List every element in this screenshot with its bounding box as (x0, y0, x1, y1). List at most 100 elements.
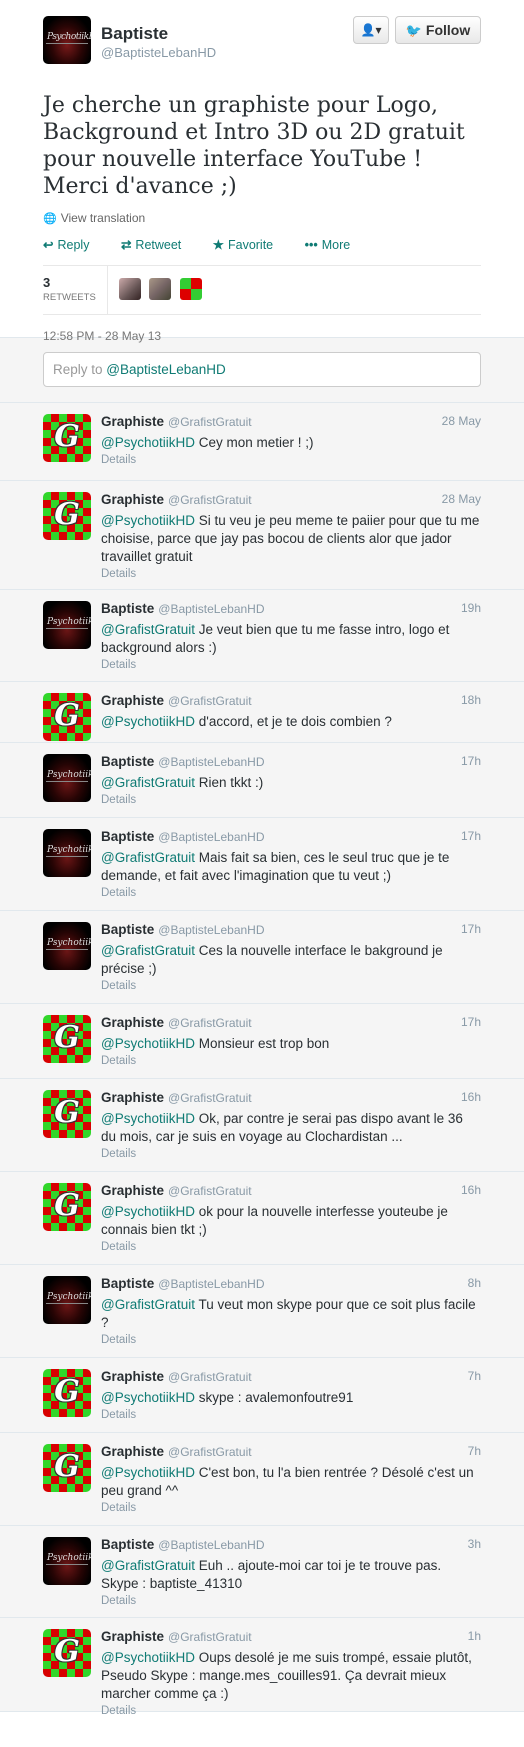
reply-author-name[interactable]: Graphiste (101, 1090, 164, 1105)
reply-author-handle[interactable]: @BaptisteLebanHD (158, 755, 264, 769)
details-link[interactable]: Details (101, 1241, 481, 1253)
reply-author-name[interactable]: Baptiste (101, 601, 154, 616)
reply-author-name[interactable]: Baptiste (101, 1276, 154, 1291)
user-actions-button[interactable]: 👤▾ (353, 16, 389, 44)
avatar[interactable]: PsychotiikHD (43, 16, 91, 64)
reply-author-handle[interactable]: @GrafistGratuit (168, 493, 252, 507)
retweeter-avatar[interactable] (119, 278, 141, 300)
avatar[interactable]: G (43, 1444, 91, 1492)
reply-author-handle[interactable]: @BaptisteLebanHD (158, 830, 264, 844)
avatar[interactable]: PsychotiikHD (43, 829, 91, 877)
reply-mention-link[interactable]: @GrafistGratuit (101, 775, 195, 790)
reply-time[interactable]: 16h (461, 1090, 481, 1104)
user-handle[interactable]: @BaptisteLebanHD (101, 45, 216, 60)
reply-time[interactable]: 18h (461, 693, 481, 707)
reply-mention-link[interactable]: @PsychotiikHD (101, 1204, 195, 1219)
reply-author-name[interactable]: Graphiste (101, 492, 164, 507)
reply-author-name[interactable]: Graphiste (101, 1444, 164, 1459)
reply-mention-link[interactable]: @GrafistGratuit (101, 1558, 195, 1573)
reply-time[interactable]: 28 May (442, 492, 481, 506)
follow-button[interactable]: 🐦 Follow (395, 16, 481, 44)
details-link[interactable]: Details (101, 454, 481, 466)
reply-author-name[interactable]: Graphiste (101, 1629, 164, 1644)
avatar[interactable]: PsychotiikHD (43, 1276, 91, 1324)
reply-tweet[interactable]: G Graphiste @GrafistGratuit 17h @PsychotiikH… (0, 1004, 524, 1079)
view-translation-link[interactable]: 🌐 View translation (43, 211, 481, 225)
reply-time[interactable]: 17h (461, 829, 481, 843)
reply-time[interactable]: 28 May (442, 414, 481, 428)
reply-tweet[interactable]: G Graphiste @GrafistGratuit 28 May @Psychoti… (0, 403, 524, 481)
details-link[interactable]: Details (101, 887, 481, 899)
avatar[interactable]: G (43, 1629, 91, 1677)
retweeter-avatar[interactable] (179, 278, 202, 300)
reply-time[interactable]: 3h (468, 1537, 481, 1551)
user-name[interactable]: Baptiste (101, 24, 168, 44)
reply-tweet[interactable]: PsychotiikHD Baptiste @BaptisteLebanHD 17h @… (0, 743, 524, 818)
reply-mention-link[interactable]: @PsychotiikHD (101, 714, 195, 729)
reply-author-name[interactable]: Graphiste (101, 414, 164, 429)
reply-mention-link[interactable]: @PsychotiikHD (101, 513, 195, 528)
reply-tweet[interactable]: G Graphiste @GrafistGratuit 7h @PsychotiikHD… (0, 1358, 524, 1433)
reply-author-handle[interactable]: @GrafistGratuit (168, 1630, 252, 1644)
reply-author-handle[interactable]: @GrafistGratuit (168, 1091, 252, 1105)
retweeter-avatar[interactable] (149, 278, 172, 300)
reply-author-name[interactable]: Baptiste (101, 754, 154, 769)
avatar[interactable]: G (43, 1183, 91, 1231)
reply-tweet[interactable]: PsychotiikHD Baptiste @BaptisteLebanHD 17h @… (0, 818, 524, 911)
avatar[interactable]: PsychotiikHD (43, 922, 91, 970)
reply-tweet[interactable]: G Graphiste @GrafistGratuit 18h @PsychotiikH… (0, 682, 524, 743)
reply-tweet[interactable]: G Graphiste @GrafistGratuit 28 May @Psychoti… (0, 481, 524, 590)
reply-author-handle[interactable]: @GrafistGratuit (168, 1370, 252, 1384)
reply-tweet[interactable]: G Graphiste @GrafistGratuit 16h @PsychotiikH… (0, 1172, 524, 1265)
reply-author-handle[interactable]: @BaptisteLebanHD (158, 602, 264, 616)
reply-mention-link[interactable]: @GrafistGratuit (101, 622, 195, 637)
details-link[interactable]: Details (101, 1705, 481, 1717)
reply-author-name[interactable]: Baptiste (101, 922, 154, 937)
avatar[interactable]: G (43, 1090, 91, 1138)
details-link[interactable]: Details (101, 794, 481, 806)
avatar[interactable]: G (43, 1015, 91, 1063)
details-link[interactable]: Details (101, 1148, 481, 1160)
reply-author-handle[interactable]: @GrafistGratuit (168, 415, 252, 429)
avatar[interactable]: PsychotiikHD (43, 1537, 91, 1585)
reply-time[interactable]: 19h (461, 601, 481, 615)
reply-author-handle[interactable]: @BaptisteLebanHD (158, 923, 264, 937)
reply-author-handle[interactable]: @GrafistGratuit (168, 1016, 252, 1030)
reply-tweet[interactable]: PsychotiikHD Baptiste @BaptisteLebanHD 8h @G… (0, 1265, 524, 1358)
reply-tweet[interactable]: PsychotiikHD Baptiste @BaptisteLebanHD 19h @… (0, 590, 524, 682)
avatar[interactable]: G (43, 414, 91, 462)
avatar[interactable]: G (43, 492, 91, 540)
retweet-action[interactable]: ⇄ Retweet (121, 237, 195, 252)
details-link[interactable]: Details (101, 980, 481, 992)
reply-time[interactable]: 17h (461, 922, 481, 936)
avatar[interactable]: PsychotiikHD (43, 754, 91, 802)
reply-tweet[interactable]: G Graphiste @GrafistGratuit 1h @PsychotiikHD… (0, 1618, 524, 1717)
details-link[interactable]: Details (101, 1334, 481, 1346)
favorite-action[interactable]: ★ Favorite (213, 237, 287, 252)
reply-tweet[interactable]: PsychotiikHD Baptiste @BaptisteLebanHD 3h @G… (0, 1526, 524, 1618)
reply-author-name[interactable]: Graphiste (101, 1369, 164, 1384)
reply-time[interactable]: 7h (468, 1444, 481, 1458)
reply-author-name[interactable]: Baptiste (101, 1537, 154, 1552)
retweet-count[interactable]: 3 (43, 275, 50, 290)
reply-author-handle[interactable]: @GrafistGratuit (168, 1184, 252, 1198)
details-link[interactable]: Details (101, 1409, 481, 1421)
reply-mention-link[interactable]: @PsychotiikHD (101, 1036, 195, 1051)
reply-mention-link[interactable]: @GrafistGratuit (101, 943, 195, 958)
reply-author-name[interactable]: Baptiste (101, 829, 154, 844)
reply-author-name[interactable]: Graphiste (101, 1015, 164, 1030)
details-link[interactable]: Details (101, 1502, 481, 1514)
reply-tweet[interactable]: G Graphiste @GrafistGratuit 7h @PsychotiikHD… (0, 1433, 524, 1526)
reply-mention-link[interactable]: @PsychotiikHD (101, 1650, 195, 1665)
details-link[interactable]: Details (101, 568, 481, 580)
details-link[interactable]: Details (101, 1055, 481, 1067)
reply-author-handle[interactable]: @GrafistGratuit (168, 694, 252, 708)
reply-mention-link[interactable]: @PsychotiikHD (101, 1465, 195, 1480)
details-link[interactable]: Details (101, 659, 481, 671)
reply-mention-link[interactable]: @GrafistGratuit (101, 1297, 195, 1312)
reply-mention-link[interactable]: @PsychotiikHD (101, 1111, 195, 1126)
reply-time[interactable]: 17h (461, 754, 481, 768)
reply-author-name[interactable]: Graphiste (101, 693, 164, 708)
reply-time[interactable]: 16h (461, 1183, 481, 1197)
reply-time[interactable]: 8h (468, 1276, 481, 1290)
